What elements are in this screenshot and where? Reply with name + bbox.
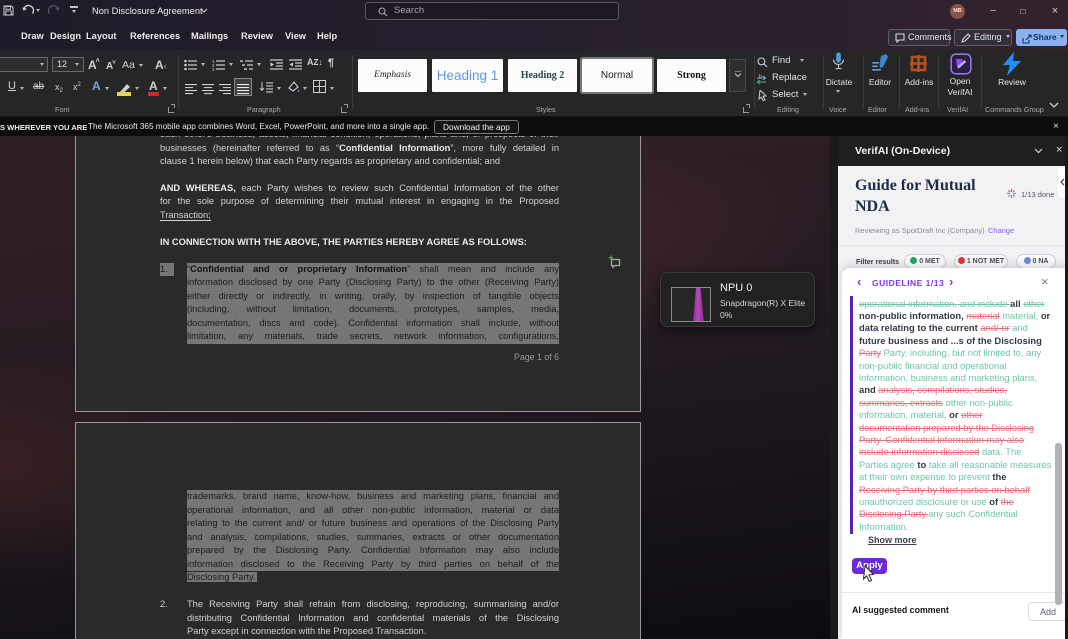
svg-text:b: b [759, 74, 762, 80]
svg-text:3: 3 [212, 67, 215, 71]
